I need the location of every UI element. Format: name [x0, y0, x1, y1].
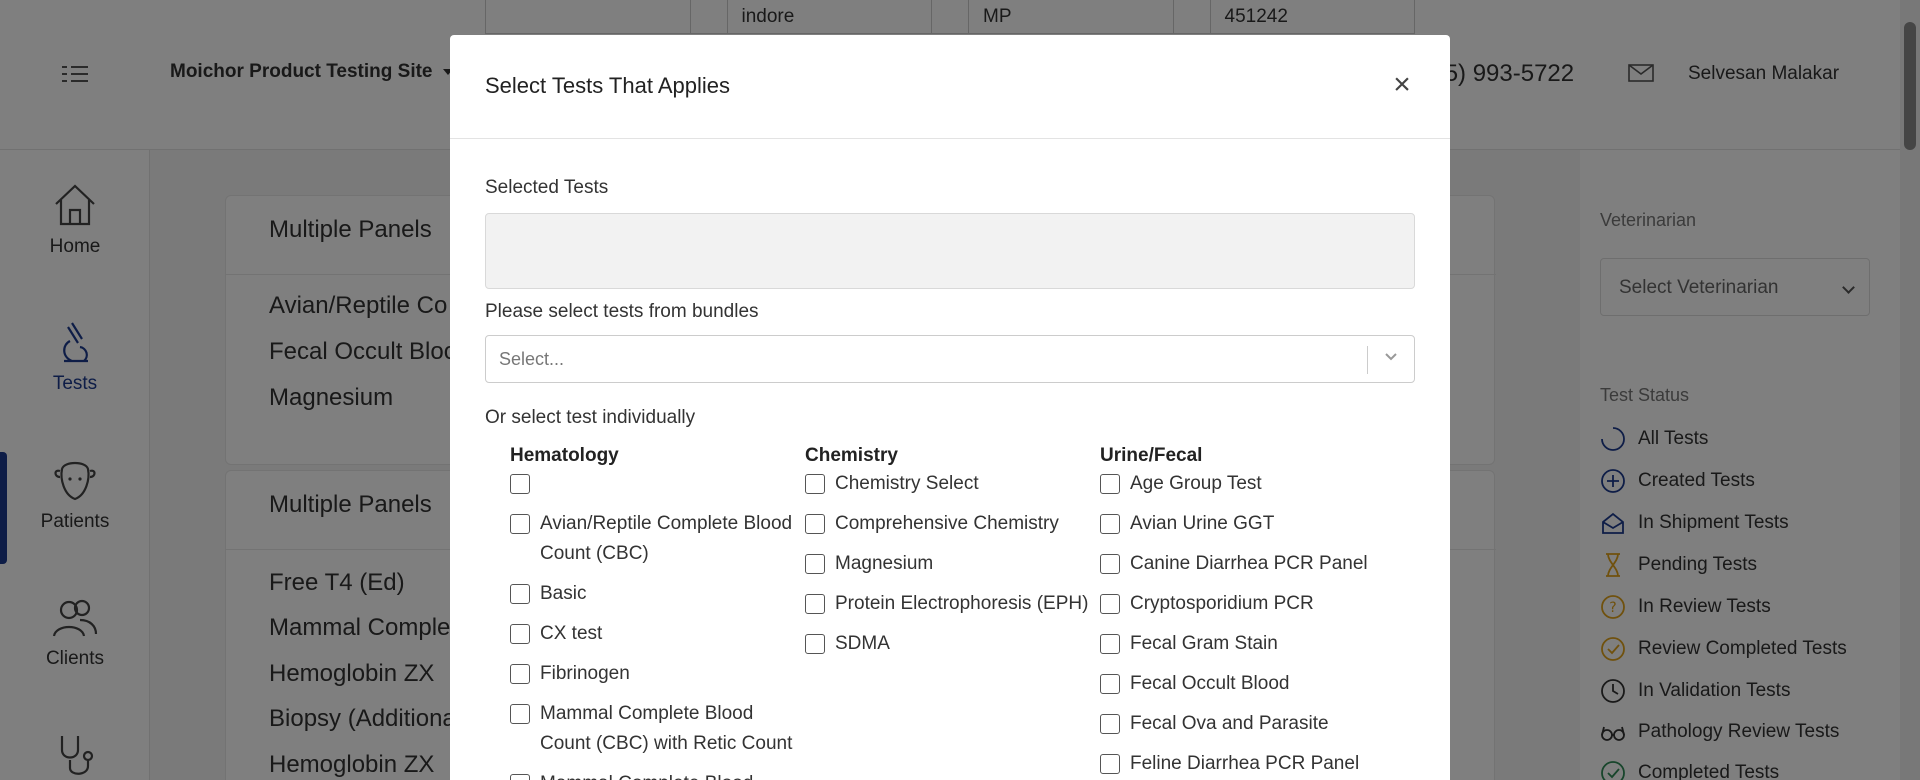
checkbox[interactable]	[1100, 634, 1120, 654]
checkbox[interactable]	[1100, 674, 1120, 694]
checkbox[interactable]	[805, 514, 825, 534]
checkbox[interactable]	[805, 594, 825, 614]
test-checkbox-item[interactable]: Fibrinogen	[510, 659, 802, 689]
test-label: Mammal Complete Blood Count (CBC) with R…	[540, 703, 793, 754]
test-label: Fecal Gram Stain	[1130, 633, 1278, 654]
bundle-select-placeholder: Select...	[499, 349, 565, 369]
column-title: Chemistry	[805, 445, 898, 466]
bundle-select[interactable]: Select...	[485, 335, 1415, 383]
test-checkbox-item[interactable]: Protein Electrophoresis (EPH)	[805, 589, 1097, 619]
test-checkbox-item[interactable]: Feline Diarrhea PCR Panel	[1100, 749, 1392, 779]
test-label: Fecal Occult Blood	[1130, 673, 1290, 694]
test-checkbox-item[interactable]: Mammal Complete Blood Count (CBC) with R…	[510, 699, 802, 759]
test-checkbox-item[interactable]: Canine Diarrhea PCR Panel	[1100, 549, 1392, 579]
selected-tests-label: Selected Tests	[485, 177, 609, 198]
test-label: Avian/Reptile Complete Blood Count (CBC)	[540, 513, 793, 564]
column-title: Urine/Fecal	[1100, 445, 1203, 466]
test-label: Age Group Test	[1130, 473, 1262, 494]
test-label: CX test	[540, 623, 603, 644]
checkbox[interactable]	[510, 774, 530, 780]
checkbox[interactable]	[510, 664, 530, 684]
test-label: Comprehensive Chemistry	[835, 513, 1059, 534]
checkbox[interactable]	[1100, 514, 1120, 534]
checkbox[interactable]	[1100, 594, 1120, 614]
checkbox[interactable]	[805, 554, 825, 574]
test-checkbox-item[interactable]: Age Group Test	[1100, 469, 1392, 499]
test-checkbox-item[interactable]	[510, 469, 802, 494]
test-label: Magnesium	[835, 553, 934, 574]
hematology-column: Hematology Avian/Reptile Complete Blood …	[510, 445, 805, 780]
test-checkbox-item[interactable]: Avian/Reptile Complete Blood Count (CBC)	[510, 509, 802, 569]
test-checkbox-item[interactable]: Fecal Gram Stain	[1100, 629, 1392, 659]
test-checkbox-item[interactable]: SDMA	[805, 629, 1097, 659]
test-label: Avian Urine GGT	[1130, 513, 1275, 534]
close-button[interactable]: ×	[1388, 70, 1416, 100]
selected-tests-box	[485, 213, 1415, 289]
urine-fecal-column: Urine/Fecal Age Group Test Avian Urine G…	[1100, 445, 1395, 774]
test-label: Basic	[540, 583, 587, 604]
checkbox[interactable]	[510, 624, 530, 644]
test-label: Feline Diarrhea PCR Panel	[1130, 753, 1360, 774]
checkbox[interactable]	[1100, 554, 1120, 574]
test-label: Chemistry Select	[835, 473, 979, 494]
test-label: Mammal Complete Blood	[540, 769, 802, 780]
checkbox[interactable]	[510, 584, 530, 604]
checkbox[interactable]	[510, 704, 530, 724]
checkbox[interactable]	[510, 514, 530, 534]
test-label: Fecal Ova and Parasite	[1130, 713, 1329, 734]
test-label: Protein Electrophoresis (EPH)	[835, 593, 1089, 614]
test-checkbox-item[interactable]: Mammal Complete Blood	[510, 769, 802, 780]
test-checkbox-item[interactable]: Fecal Occult Blood	[1100, 669, 1392, 699]
checkbox[interactable]	[510, 474, 530, 494]
modal-header: Select Tests That Applies ×	[450, 35, 1450, 139]
test-checkbox-item[interactable]: Cryptosporidium PCR	[1100, 589, 1392, 619]
checkbox[interactable]	[1100, 714, 1120, 734]
checkbox[interactable]	[1100, 474, 1120, 494]
test-label: Fibrinogen	[540, 663, 630, 684]
test-label: Canine Diarrhea PCR Panel	[1130, 553, 1368, 574]
test-checkbox-item[interactable]: Comprehensive Chemistry	[805, 509, 1097, 539]
modal-title: Select Tests That Applies	[485, 73, 730, 98]
test-label: SDMA	[835, 633, 890, 654]
test-label: Cryptosporidium PCR	[1130, 593, 1314, 614]
bundles-label: Please select tests from bundles	[485, 301, 759, 322]
column-title: Hematology	[510, 445, 619, 466]
test-checkbox-item[interactable]: Magnesium	[805, 549, 1097, 579]
test-checkbox-item[interactable]: CX test	[510, 619, 802, 649]
test-checkbox-item[interactable]: Fecal Ova and Parasite	[1100, 709, 1392, 739]
chemistry-column: Chemistry Chemistry Select Comprehensive…	[805, 445, 1100, 654]
select-tests-modal: Select Tests That Applies × Selected Tes…	[450, 35, 1450, 780]
checkbox[interactable]	[805, 634, 825, 654]
checkbox[interactable]	[805, 474, 825, 494]
chevron-down-icon[interactable]	[1384, 350, 1398, 364]
test-checkbox-item[interactable]: Basic	[510, 579, 802, 609]
test-checkbox-item[interactable]: Chemistry Select	[805, 469, 1097, 499]
test-checkbox-item[interactable]: Avian Urine GGT	[1100, 509, 1392, 539]
select-divider	[1367, 346, 1368, 374]
individual-tests-label: Or select test individually	[485, 407, 696, 428]
checkbox[interactable]	[1100, 754, 1120, 774]
